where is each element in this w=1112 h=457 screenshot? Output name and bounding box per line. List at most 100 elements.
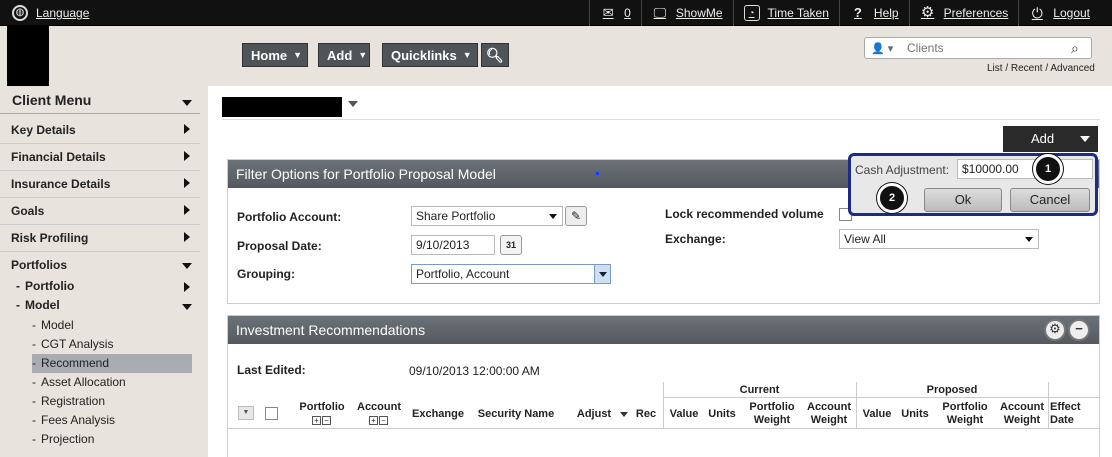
sidebar-item-risk-profiling[interactable]: Risk Profiling bbox=[0, 226, 200, 252]
col-proposed-value[interactable]: Value bbox=[859, 408, 895, 421]
ok-button[interactable]: Ok bbox=[924, 188, 1002, 212]
cancel-button[interactable]: Cancel bbox=[1010, 188, 1090, 212]
row-menu-icon[interactable]: ▼ bbox=[238, 406, 254, 420]
col-effect-date[interactable]: Effect Date bbox=[1050, 401, 1086, 427]
add-label: Add bbox=[327, 47, 353, 63]
step-badge-1: 1 bbox=[1033, 154, 1063, 184]
sidebar-model-registration[interactable]: Registration bbox=[32, 392, 192, 411]
col-adjust[interactable]: Adjust bbox=[572, 408, 616, 421]
sort-down-icon[interactable] bbox=[620, 412, 628, 417]
sidebar-model-cgt-analysis[interactable]: CGT Analysis bbox=[32, 335, 192, 354]
top-bar: ◍ Language ✉ 0 🖵 ShowMe ◔ Time Taken ? H… bbox=[0, 0, 1112, 26]
help-label[interactable]: Help bbox=[874, 6, 899, 20]
messages-count[interactable]: 0 bbox=[624, 6, 631, 20]
caret-down-icon bbox=[594, 265, 610, 283]
portfolio-account-select[interactable]: Share Portfolio bbox=[411, 206, 563, 226]
sidebar-model-recommend[interactable]: Recommend bbox=[32, 354, 192, 373]
sidebar-subitem-portfolio[interactable]: Portfolio bbox=[16, 277, 192, 295]
current-group-header: Current bbox=[739, 384, 780, 396]
col-exchange[interactable]: Exchange bbox=[410, 408, 466, 421]
col-current-account-weight[interactable]: Account Weight bbox=[804, 401, 854, 427]
chevron-right-icon bbox=[184, 178, 190, 188]
quicklinks-label: Quicklinks bbox=[391, 47, 457, 63]
user-type-dropdown[interactable]: 👤 ▾ bbox=[865, 42, 905, 55]
filter-title-text: Filter Options for Portfolio Proposal Mo… bbox=[236, 166, 496, 182]
sidebar-item-portfolios[interactable]: Portfolios bbox=[0, 253, 200, 279]
sidebar-model-model[interactable]: Model bbox=[32, 316, 192, 335]
search-links[interactable]: List / Recent / Advanced bbox=[987, 63, 1095, 74]
sidebar-model-asset-allocation[interactable]: Asset Allocation bbox=[32, 373, 192, 392]
envelope-icon: ✉ bbox=[602, 5, 614, 20]
col-current-value[interactable]: Value bbox=[666, 408, 702, 421]
col-current-portfolio-weight[interactable]: Portfolio Weight bbox=[742, 401, 802, 427]
col-proposed-portfolio-weight[interactable]: Portfolio Weight bbox=[935, 401, 995, 427]
sidebar-subitem-label: Portfolio bbox=[25, 279, 75, 293]
col-account-label: Account bbox=[357, 401, 401, 413]
col-security-name[interactable]: Security Name bbox=[472, 408, 560, 421]
question-icon: ? bbox=[853, 5, 862, 20]
quick-search-button[interactable]: 🔍︎ bbox=[481, 43, 509, 67]
messages-link[interactable]: ✉ 0 bbox=[589, 0, 641, 26]
preferences-label[interactable]: Preferences bbox=[944, 6, 1009, 20]
sidebar-item-insurance-details[interactable]: Insurance Details bbox=[0, 172, 200, 198]
recommend-panel-title: Investment Recommendations ⚙ − bbox=[228, 316, 1099, 344]
exchange-select[interactable]: View All bbox=[839, 229, 1039, 249]
sidebar: Client Menu Key Details Financial Detail… bbox=[0, 86, 208, 457]
col-proposed-units[interactable]: Units bbox=[897, 408, 933, 421]
expand-icon[interactable]: + bbox=[312, 416, 321, 425]
sidebar-item-financial-details[interactable]: Financial Details bbox=[0, 145, 200, 171]
grouping-value: Portfolio, Account bbox=[416, 267, 510, 281]
col-current-units[interactable]: Units bbox=[704, 408, 740, 421]
last-edited-label: Last Edited: bbox=[237, 363, 306, 377]
quicklinks-menu-button[interactable]: Quicklinks ▼ bbox=[382, 43, 478, 67]
search-icon[interactable]: ⌕ bbox=[1071, 40, 1091, 57]
add-button[interactable]: Add bbox=[1003, 126, 1098, 152]
client-name-redacted bbox=[222, 97, 342, 117]
client-search-input[interactable] bbox=[905, 40, 1071, 56]
showme-label[interactable]: ShowMe bbox=[676, 6, 723, 20]
exchange-value: View All bbox=[844, 232, 886, 246]
collapse-icon[interactable]: − bbox=[1068, 319, 1090, 341]
help-link[interactable]: ? Help bbox=[838, 0, 909, 26]
grouping-select[interactable]: Portfolio, Account bbox=[411, 264, 611, 284]
home-menu-button[interactable]: Home ▼ bbox=[242, 43, 308, 67]
collapse-icon[interactable]: − bbox=[379, 416, 388, 425]
logout-label[interactable]: Logout bbox=[1053, 6, 1090, 20]
sidebar-model-fees-analysis[interactable]: Fees Analysis bbox=[32, 411, 192, 430]
col-portfolio[interactable]: Portfolio + − bbox=[296, 401, 348, 427]
chevron-right-icon bbox=[184, 124, 190, 134]
sidebar-item-label: Insurance Details bbox=[11, 177, 111, 191]
client-menu-title[interactable]: Client Menu bbox=[0, 92, 200, 114]
col-account[interactable]: Account + − bbox=[354, 401, 404, 427]
divider bbox=[222, 119, 1100, 120]
sidebar-item-key-details[interactable]: Key Details bbox=[0, 118, 200, 144]
time-taken-label[interactable]: Time Taken bbox=[768, 6, 829, 20]
collapse-icon[interactable]: − bbox=[322, 416, 331, 425]
sidebar-model-projection[interactable]: Projection bbox=[32, 430, 192, 449]
sidebar-item-goals[interactable]: Goals bbox=[0, 199, 200, 225]
home-label: Home bbox=[251, 47, 288, 63]
expand-icon[interactable]: + bbox=[369, 416, 378, 425]
proposal-date-input[interactable]: 9/10/2013 bbox=[411, 235, 495, 255]
logout-link[interactable]: ⏻ Logout bbox=[1018, 0, 1112, 26]
search-list-icon: 🔍︎ bbox=[486, 46, 504, 63]
add-menu-button[interactable]: Add ▼ bbox=[318, 43, 370, 67]
time-taken-link[interactable]: ◔ Time Taken bbox=[732, 0, 839, 26]
language-link[interactable]: Language bbox=[36, 6, 89, 20]
proposed-group-header: Proposed bbox=[926, 384, 978, 396]
col-rec[interactable]: Rec bbox=[633, 408, 659, 421]
settings-icon[interactable]: ⚙ bbox=[1044, 319, 1066, 341]
showme-link[interactable]: 🖵 ShowMe bbox=[640, 0, 733, 26]
client-menu-label: Client Menu bbox=[12, 92, 92, 108]
portfolio-account-label: Portfolio Account: bbox=[237, 210, 342, 224]
sidebar-subitem-model[interactable]: Model bbox=[16, 296, 192, 314]
calendar-icon[interactable]: 31 bbox=[500, 235, 522, 255]
cash-adjustment-input[interactable]: $10000.00 bbox=[957, 159, 1093, 179]
language-menu[interactable]: ◍ Language bbox=[12, 5, 89, 21]
edit-portfolio-button[interactable]: ✎ bbox=[565, 206, 587, 226]
client-dropdown-caret-icon[interactable] bbox=[348, 101, 358, 107]
col-proposed-account-weight[interactable]: Account Weight bbox=[997, 401, 1047, 427]
preferences-link[interactable]: ⚙ Preferences bbox=[908, 0, 1019, 26]
last-edited-value: 09/10/2013 12:00:00 AM bbox=[409, 364, 540, 378]
select-all-checkbox[interactable] bbox=[265, 407, 278, 420]
